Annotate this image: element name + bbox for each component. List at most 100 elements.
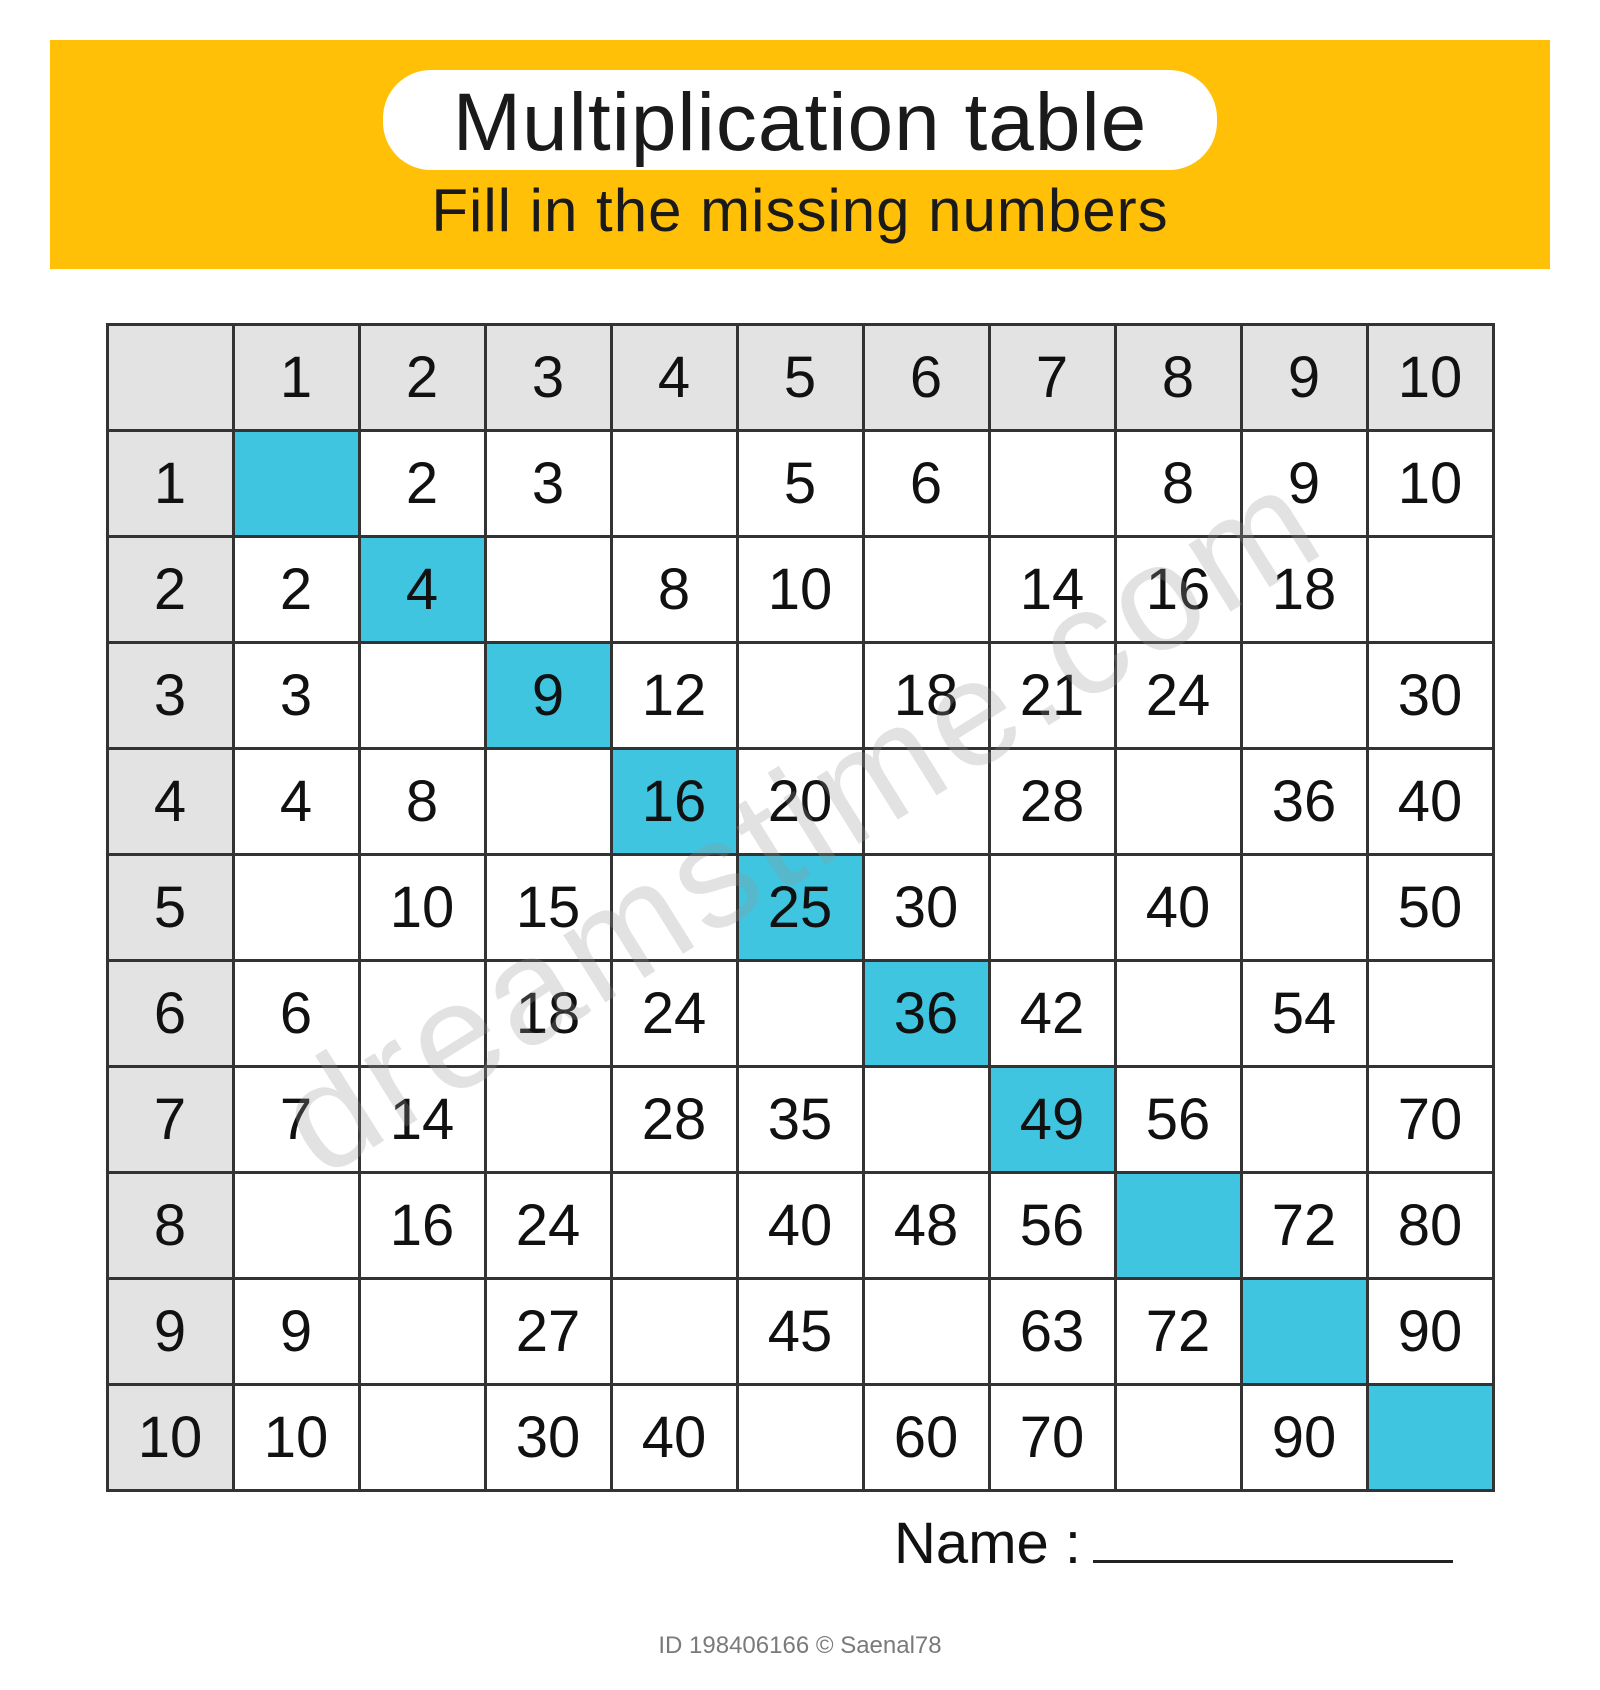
blank-cell[interactable] — [611, 431, 737, 537]
filled-cell: 80 — [1367, 1173, 1493, 1279]
blank-cell[interactable] — [989, 855, 1115, 961]
blank-cell[interactable] — [1241, 1067, 1367, 1173]
blank-cell[interactable] — [359, 961, 485, 1067]
filled-cell: 24 — [485, 1173, 611, 1279]
blank-cell[interactable] — [863, 537, 989, 643]
filled-cell: 2 — [359, 431, 485, 537]
filled-cell: 4 — [359, 537, 485, 643]
column-header: 4 — [611, 325, 737, 431]
filled-cell: 28 — [611, 1067, 737, 1173]
column-header: 9 — [1241, 325, 1367, 431]
blank-cell[interactable] — [1367, 1385, 1493, 1491]
worksheet-subtitle: Fill in the missing numbers — [431, 176, 1168, 245]
blank-cell[interactable] — [611, 1279, 737, 1385]
title-pill: Multiplication table — [383, 70, 1218, 170]
blank-cell[interactable] — [737, 961, 863, 1067]
blank-cell[interactable] — [1115, 1173, 1241, 1279]
filled-cell: 16 — [611, 749, 737, 855]
blank-cell[interactable] — [989, 431, 1115, 537]
blank-cell[interactable] — [611, 1173, 737, 1279]
blank-cell[interactable] — [863, 1067, 989, 1173]
blank-cell[interactable] — [233, 431, 359, 537]
filled-cell: 6 — [863, 431, 989, 537]
corner-cell — [107, 325, 233, 431]
blank-cell[interactable] — [233, 855, 359, 961]
blank-cell[interactable] — [863, 749, 989, 855]
blank-cell[interactable] — [485, 749, 611, 855]
filled-cell: 15 — [485, 855, 611, 961]
column-header: 10 — [1367, 325, 1493, 431]
blank-cell[interactable] — [233, 1173, 359, 1279]
filled-cell: 9 — [233, 1279, 359, 1385]
row-header: 8 — [107, 1173, 233, 1279]
blank-cell[interactable] — [1115, 1385, 1241, 1491]
filled-cell: 30 — [485, 1385, 611, 1491]
filled-cell: 8 — [611, 537, 737, 643]
column-header: 1 — [233, 325, 359, 431]
name-row: Name : — [107, 1510, 1493, 1577]
filled-cell: 40 — [737, 1173, 863, 1279]
filled-cell: 28 — [989, 749, 1115, 855]
filled-cell: 70 — [1367, 1067, 1493, 1173]
column-header: 8 — [1115, 325, 1241, 431]
filled-cell: 16 — [1115, 537, 1241, 643]
row-header: 6 — [107, 961, 233, 1067]
filled-cell: 30 — [1367, 643, 1493, 749]
filled-cell: 90 — [1241, 1385, 1367, 1491]
column-header: 2 — [359, 325, 485, 431]
filled-cell: 49 — [989, 1067, 1115, 1173]
blank-cell[interactable] — [611, 855, 737, 961]
blank-cell[interactable] — [1115, 749, 1241, 855]
filled-cell: 10 — [359, 855, 485, 961]
blank-cell[interactable] — [485, 1067, 611, 1173]
blank-cell[interactable] — [1241, 1279, 1367, 1385]
blank-cell[interactable] — [1241, 643, 1367, 749]
filled-cell: 48 — [863, 1173, 989, 1279]
column-header: 5 — [737, 325, 863, 431]
blank-cell[interactable] — [359, 1385, 485, 1491]
filled-cell: 8 — [1115, 431, 1241, 537]
filled-cell: 4 — [233, 749, 359, 855]
filled-cell: 25 — [737, 855, 863, 961]
name-input-line[interactable] — [1093, 1515, 1453, 1563]
blank-cell[interactable] — [485, 537, 611, 643]
filled-cell: 6 — [233, 961, 359, 1067]
filled-cell: 54 — [1241, 961, 1367, 1067]
worksheet-title: Multiplication table — [453, 76, 1148, 170]
filled-cell: 5 — [737, 431, 863, 537]
filled-cell: 72 — [1115, 1279, 1241, 1385]
filled-cell: 10 — [233, 1385, 359, 1491]
name-label: Name : — [894, 1510, 1081, 1577]
filled-cell: 24 — [1115, 643, 1241, 749]
filled-cell: 16 — [359, 1173, 485, 1279]
blank-cell[interactable] — [359, 643, 485, 749]
filled-cell: 36 — [1241, 749, 1367, 855]
blank-cell[interactable] — [737, 643, 863, 749]
filled-cell: 10 — [737, 537, 863, 643]
blank-cell[interactable] — [863, 1279, 989, 1385]
table-container: 1234567891012356891022481014161833912182… — [50, 323, 1550, 1577]
row-header: 2 — [107, 537, 233, 643]
filled-cell: 63 — [989, 1279, 1115, 1385]
row-header: 10 — [107, 1385, 233, 1491]
filled-cell: 18 — [1241, 537, 1367, 643]
blank-cell[interactable] — [1241, 855, 1367, 961]
filled-cell: 20 — [737, 749, 863, 855]
column-header: 6 — [863, 325, 989, 431]
row-header: 5 — [107, 855, 233, 961]
filled-cell: 42 — [989, 961, 1115, 1067]
blank-cell[interactable] — [1367, 537, 1493, 643]
blank-cell[interactable] — [359, 1279, 485, 1385]
filled-cell: 7 — [233, 1067, 359, 1173]
blank-cell[interactable] — [737, 1385, 863, 1491]
blank-cell[interactable] — [1367, 961, 1493, 1067]
filled-cell: 50 — [1367, 855, 1493, 961]
image-id-footer: ID 198406166 © Saenal78 — [658, 1632, 941, 1660]
row-header: 1 — [107, 431, 233, 537]
filled-cell: 35 — [737, 1067, 863, 1173]
header-banner: Multiplication table Fill in the missing… — [50, 40, 1550, 269]
filled-cell: 60 — [863, 1385, 989, 1491]
filled-cell: 10 — [1367, 431, 1493, 537]
blank-cell[interactable] — [1115, 961, 1241, 1067]
filled-cell: 3 — [233, 643, 359, 749]
